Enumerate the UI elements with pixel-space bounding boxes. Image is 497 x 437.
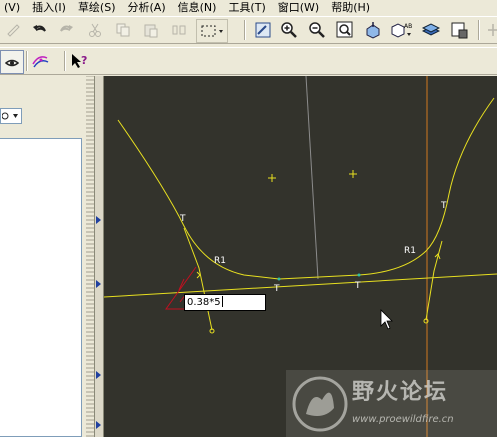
menu-analysis[interactable]: 分析(A)	[128, 0, 166, 15]
radius-constraint-label: R1	[214, 256, 226, 266]
center-point-marker[interactable]	[349, 170, 357, 178]
redo-icon[interactable]	[56, 19, 78, 41]
menu-info[interactable]: 信息(N)	[178, 0, 217, 15]
menu-view[interactable]: (V)	[4, 0, 20, 15]
center-point-marker[interactable]	[268, 174, 276, 182]
watermark: 野火论坛 www.proewildfire.cn	[286, 370, 497, 437]
left-construction-segment[interactable]	[183, 227, 213, 331]
model-tree-panel	[0, 76, 94, 437]
zoom-out-icon[interactable]	[306, 19, 328, 41]
svg-text:?: ?	[81, 54, 87, 67]
regenerate-icon[interactable]	[2, 19, 24, 41]
paste-icon[interactable]	[140, 19, 162, 41]
show-dropdown[interactable]	[0, 108, 22, 124]
vertex-marker[interactable]	[357, 273, 361, 277]
undo-icon[interactable]	[28, 19, 50, 41]
expand-arrow-icon[interactable]	[96, 421, 101, 429]
tangent-constraint-label: T	[354, 281, 361, 291]
right-construction-segment[interactable]	[425, 240, 443, 321]
watermark-title: 野火论坛	[352, 380, 449, 405]
datum-display-icon[interactable]	[482, 19, 497, 41]
repaint-icon[interactable]	[252, 19, 274, 41]
menu-window[interactable]: 窗口(W)	[278, 0, 319, 15]
expand-arrow-icon[interactable]	[96, 216, 101, 224]
toolbar-separator	[64, 51, 66, 71]
main-toolbar: AB	[0, 16, 497, 44]
mouse-cursor-icon	[380, 309, 393, 330]
panel-splitter[interactable]	[86, 76, 94, 437]
sketch-diagnostics-icon[interactable]	[30, 50, 52, 72]
copy-icon[interactable]	[112, 19, 134, 41]
saved-views-icon[interactable]: AB	[390, 19, 412, 41]
selection-box-button[interactable]	[196, 19, 228, 43]
toolbar-separator	[26, 51, 28, 71]
menu-sketch[interactable]: 草绘(S)	[78, 0, 116, 15]
tangent-constraint-label: T	[440, 201, 447, 211]
tangent-constraint-label: T	[273, 284, 280, 294]
sketch-display-icon[interactable]	[0, 50, 24, 74]
menu-bar: (V) 插入(I) 草绘(S) 分析(A) 信息(N) 工具(T) 窗口(W) …	[0, 0, 497, 15]
construction-line[interactable]	[305, 76, 319, 280]
sketch-toolbar: ?	[0, 47, 497, 75]
model-display-icon[interactable]	[448, 19, 470, 41]
layers-icon[interactable]	[420, 19, 442, 41]
watermark-logo-icon	[292, 376, 348, 432]
toolbar-separator	[244, 20, 246, 40]
orient-icon[interactable]	[362, 19, 384, 41]
refit-icon[interactable]	[334, 19, 356, 41]
svg-text:AB: AB	[404, 23, 412, 30]
menu-help[interactable]: 帮助(H)	[331, 0, 370, 15]
context-help-icon[interactable]: ?	[70, 50, 92, 72]
navigator-sash[interactable]	[94, 76, 104, 437]
watermark-url: www.proewildfire.cn	[352, 414, 454, 425]
expand-arrow-icon[interactable]	[96, 280, 101, 288]
toolbar-separator	[478, 20, 480, 40]
left-curve[interactable]	[117, 119, 280, 280]
menu-insert[interactable]: 插入(I)	[32, 0, 66, 15]
tangent-constraint-label: T	[179, 214, 186, 224]
zoom-in-icon[interactable]	[278, 19, 300, 41]
vertex-marker[interactable]	[277, 277, 281, 281]
menu-tools[interactable]: 工具(T)	[228, 0, 265, 15]
paste-special-icon[interactable]	[168, 19, 190, 41]
cut-icon[interactable]	[84, 19, 106, 41]
radius-constraint-label: R1	[404, 246, 416, 256]
middle-segment[interactable]	[278, 274, 360, 280]
expand-arrow-icon[interactable]	[96, 371, 101, 379]
dimension-value-input[interactable]: 0.38*5	[184, 294, 266, 311]
model-tree[interactable]	[0, 138, 82, 437]
